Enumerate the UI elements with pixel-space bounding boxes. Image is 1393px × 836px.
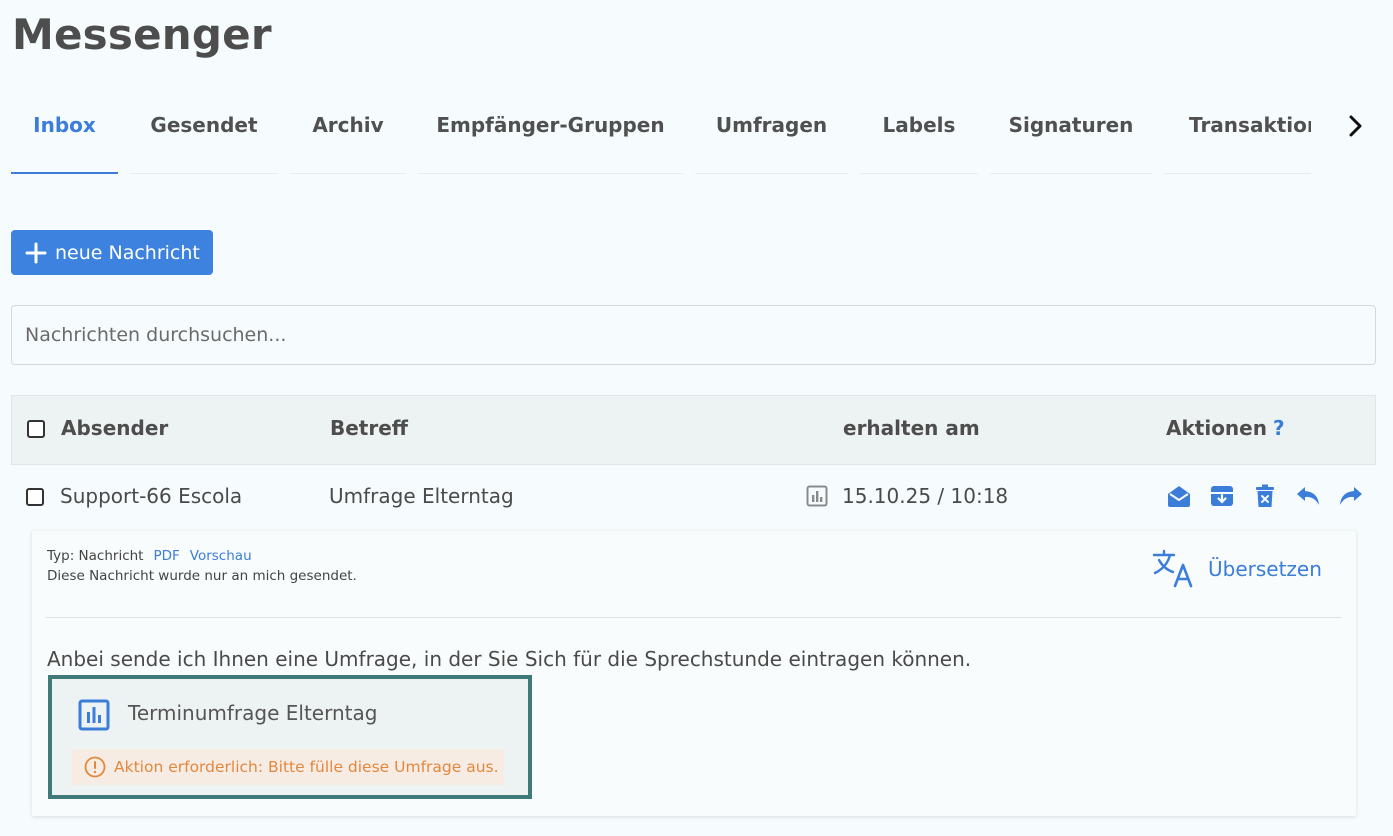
tab-inbox[interactable]: Inbox — [11, 98, 118, 174]
warning-circle-icon — [84, 756, 106, 778]
header-sender[interactable]: Absender — [61, 416, 168, 440]
archive-icon[interactable] — [1209, 483, 1235, 509]
poll-warning-text: Aktion erforderlich: Bitte fülle diese U… — [114, 758, 499, 776]
poll-icon — [806, 485, 828, 507]
table-row[interactable]: Support-66 Escola Umfrage Elterntag 15.1… — [11, 465, 1376, 531]
tab-sent[interactable]: Gesendet — [130, 98, 278, 174]
message-detail-card: Typ: Nachricht PDF Vorschau Diese Nachrich… — [32, 531, 1356, 816]
translate-label: Übersetzen — [1208, 557, 1322, 581]
preview-link[interactable]: Vorschau — [190, 548, 252, 564]
message-type: Typ: Nachricht — [47, 548, 144, 564]
new-message-button[interactable]: neue Nachricht — [11, 230, 213, 275]
poll-attachment[interactable]: Terminumfrage Elterntag Aktion erforderl… — [48, 675, 532, 799]
pdf-link[interactable]: PDF — [153, 548, 179, 564]
tab-signatures[interactable]: Signaturen — [990, 98, 1152, 174]
row-subject: Umfrage Elterntag — [329, 484, 514, 508]
envelope-open-icon[interactable] — [1166, 483, 1192, 509]
header-subject[interactable]: Betreff — [330, 416, 408, 440]
tab-bar: Inbox Gesendet Archiv Empfänger-Gruppen … — [11, 98, 1331, 174]
translate-icon — [1152, 549, 1193, 588]
header-received[interactable]: erhalten am — [843, 416, 980, 440]
forward-icon[interactable] — [1338, 483, 1364, 509]
header-actions: Aktionen? — [1166, 416, 1285, 440]
tab-recipient-groups[interactable]: Empfänger-Gruppen — [418, 98, 683, 174]
message-body: Anbei sende ich Ihnen eine Umfrage, in d… — [47, 647, 972, 671]
tabs-scroll-right-icon[interactable] — [1342, 112, 1370, 140]
header-actions-label: Aktionen — [1166, 416, 1267, 440]
tab-transactions[interactable]: Transaktionsverlauf — [1164, 98, 1311, 174]
row-received: 15.10.25 / 10:18 — [842, 484, 1009, 508]
tab-polls[interactable]: Umfragen — [695, 98, 848, 174]
recipient-note: Diese Nachricht wurde nur an mich gesend… — [47, 568, 357, 584]
divider — [46, 617, 1342, 618]
translate-button[interactable]: Übersetzen — [1152, 549, 1322, 589]
reply-icon[interactable] — [1295, 483, 1321, 509]
search-input[interactable] — [11, 305, 1376, 365]
poll-chart-icon — [78, 699, 110, 731]
poll-warning: Aktion erforderlich: Bitte fülle diese U… — [72, 749, 504, 785]
page-title: Messenger — [12, 10, 272, 59]
table-header: Absender Betreff erhalten am Aktionen? — [11, 395, 1376, 465]
row-checkbox[interactable] — [26, 488, 44, 506]
help-icon[interactable]: ? — [1273, 416, 1285, 440]
plus-icon — [25, 242, 47, 263]
tab-archive[interactable]: Archiv — [290, 98, 406, 174]
row-sender: Support-66 Escola — [60, 484, 243, 508]
select-all-checkbox[interactable] — [27, 420, 45, 438]
tab-labels[interactable]: Labels — [860, 98, 978, 174]
new-message-label: neue Nachricht — [55, 241, 200, 264]
message-meta: Typ: Nachricht PDF Vorschau Diese Nachrich… — [47, 546, 357, 586]
trash-icon[interactable] — [1252, 483, 1278, 509]
poll-title: Terminumfrage Elterntag — [128, 701, 378, 725]
